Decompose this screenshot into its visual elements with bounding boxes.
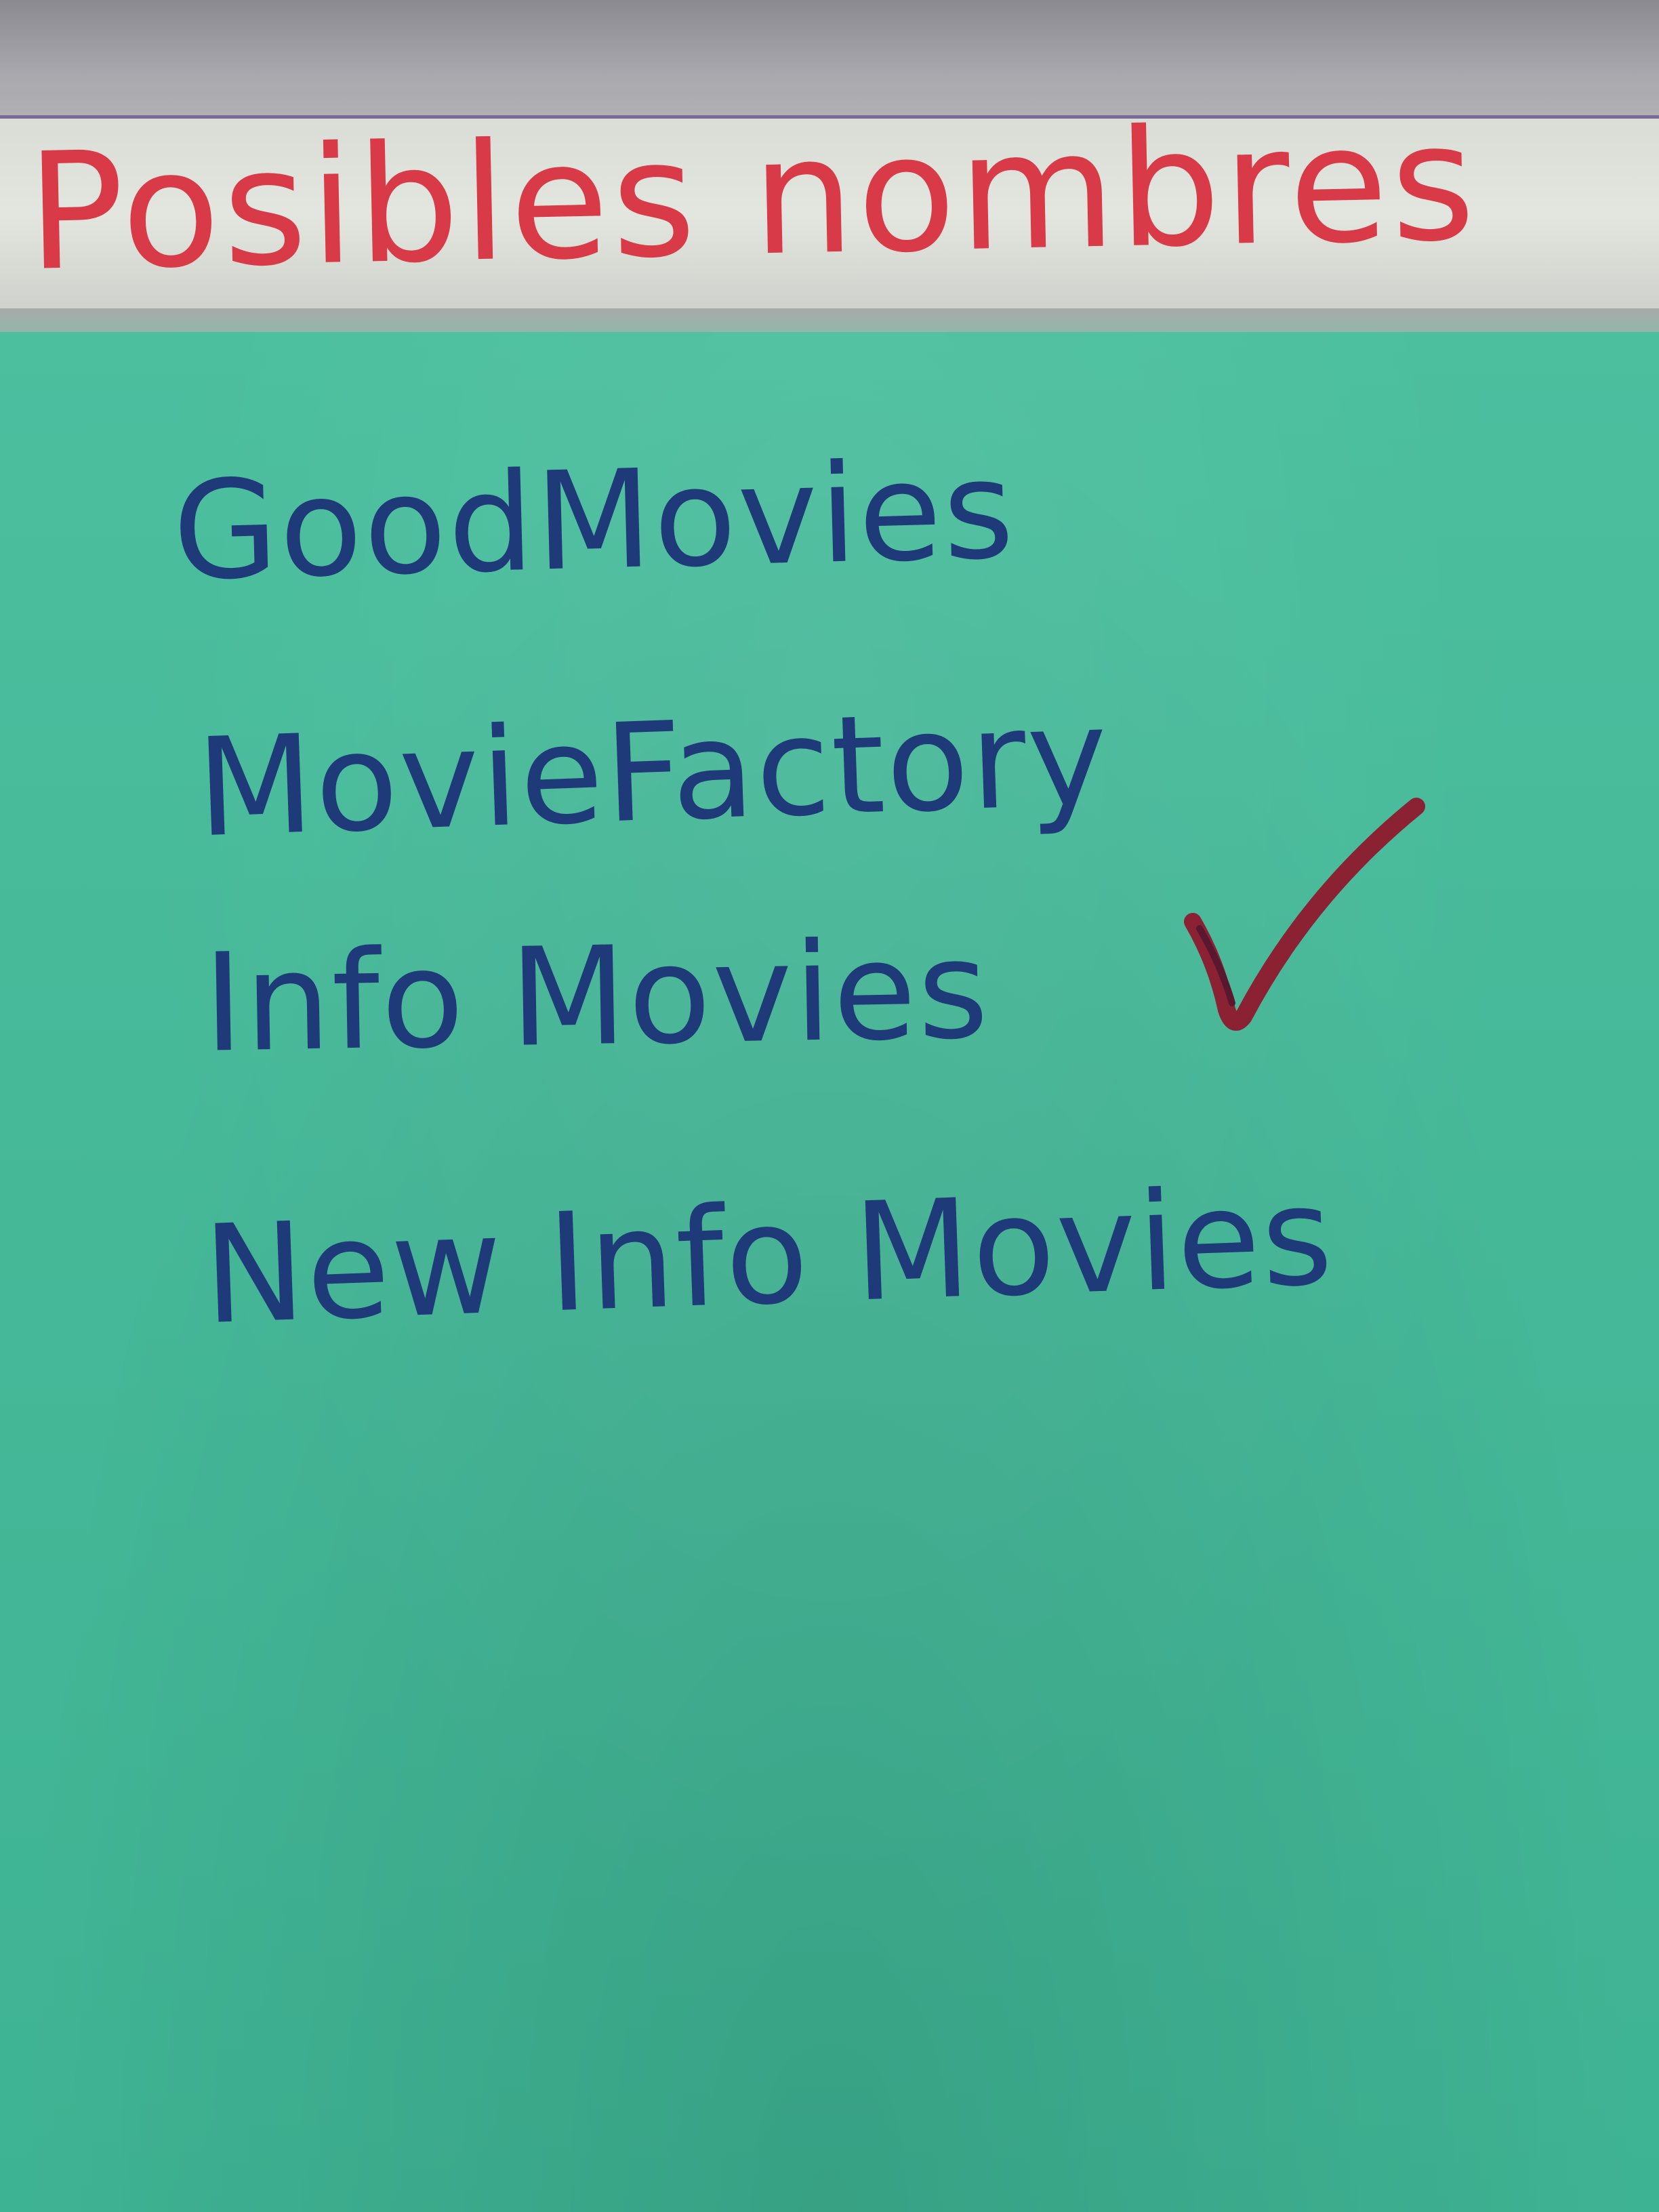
notebook-photo: Posibles nombres GoodMovies MovieFactory… — [0, 0, 1659, 2212]
name-item-selected: Info Movies — [202, 911, 991, 1083]
name-item: MovieFactory — [194, 678, 1112, 868]
names-list: GoodMovies MovieFactory Info Movies New … — [0, 0, 1659, 2212]
name-item: New Info Movies — [201, 1158, 1336, 1355]
checkmark-icon — [1184, 798, 1425, 1031]
name-item: GoodMovies — [171, 431, 1017, 611]
